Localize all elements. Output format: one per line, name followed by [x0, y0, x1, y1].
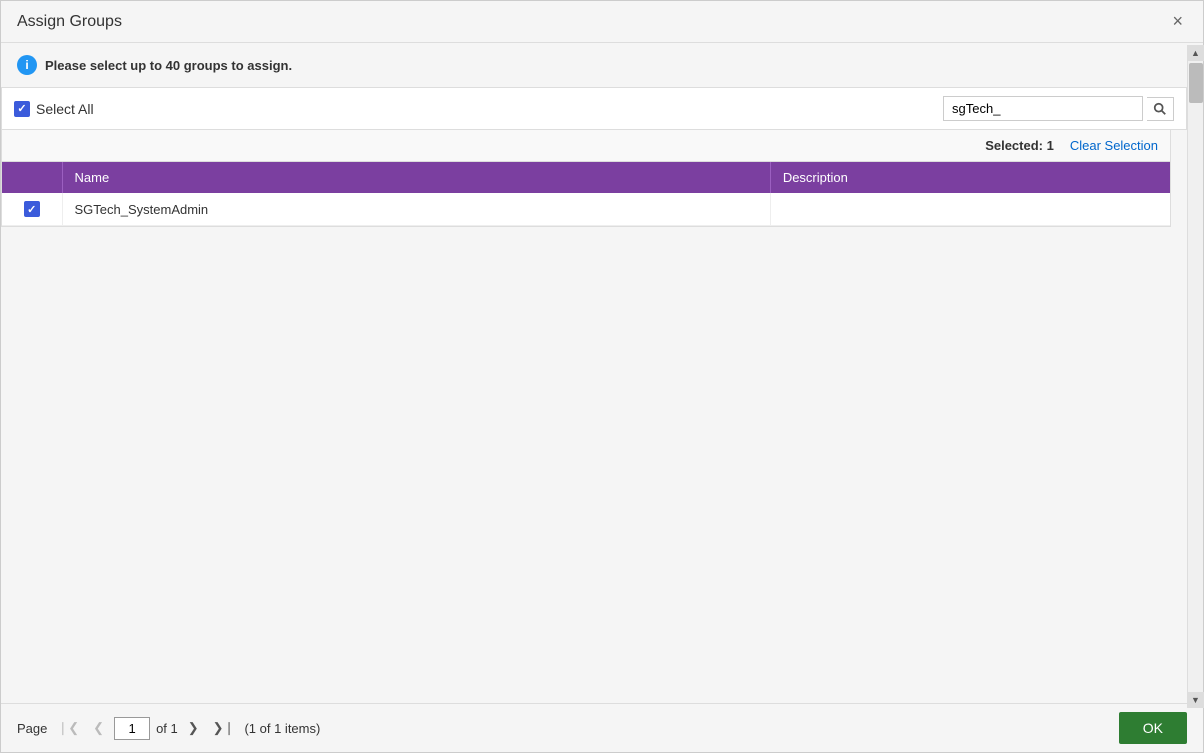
last-page-button[interactable]: ❯❘ [209, 718, 239, 738]
row-checkbox[interactable]: ✓ [24, 201, 40, 217]
search-icon [1153, 102, 1167, 116]
scroll-thumb[interactable] [1189, 63, 1203, 103]
clear-selection-button[interactable]: Clear Selection [1070, 138, 1158, 153]
info-message: Please select up to 40 groups to assign. [45, 58, 292, 73]
col-checkbox [2, 162, 62, 193]
row-checkbox-cell: ✓ [2, 193, 62, 226]
dialog-title: Assign Groups [17, 13, 122, 31]
scroll-up-arrow[interactable]: ▲ [1188, 45, 1204, 61]
dialog-title-bar: Assign Groups × [1, 1, 1203, 43]
table-header-row: Name Description [2, 162, 1170, 193]
groups-table: Name Description ✓ SGTech_SystemAdmin [2, 162, 1170, 226]
info-bar: i Please select up to 40 groups to assig… [1, 43, 1187, 87]
select-all-area: Select All [14, 101, 94, 117]
search-input[interactable] [943, 96, 1143, 121]
scrollbar[interactable]: ▲ ▼ [1187, 45, 1203, 708]
search-area [943, 96, 1174, 121]
search-button[interactable] [1147, 97, 1174, 121]
prev-page-button[interactable]: ❮ [89, 718, 108, 738]
col-description: Description [770, 162, 1170, 193]
select-all-checkbox[interactable] [14, 101, 30, 117]
row-description [770, 193, 1170, 226]
current-page-input[interactable] [114, 717, 150, 740]
dialog-footer: Page ❘❮ ❮ of 1 ❯ ❯❘ (1 of 1 items) OK [1, 703, 1203, 752]
assign-groups-dialog: Assign Groups × ▲ ▼ i Please select up t… [0, 0, 1204, 753]
page-label: Page [17, 721, 47, 736]
pagination-area: Page ❘❮ ❮ of 1 ❯ ❯❘ (1 of 1 items) [17, 717, 320, 740]
of-pages: of 1 [156, 721, 178, 736]
col-name: Name [62, 162, 770, 193]
close-button[interactable]: × [1168, 11, 1187, 32]
toolbar-row: Select All [1, 87, 1187, 130]
dialog-body: i Please select up to 40 groups to assig… [1, 43, 1203, 703]
select-all-label: Select All [36, 101, 94, 117]
row-name: SGTech_SystemAdmin [62, 193, 770, 226]
selected-bar: Selected: 1 Clear Selection [1, 130, 1171, 162]
next-page-button[interactable]: ❯ [184, 718, 203, 738]
first-page-button[interactable]: ❘❮ [53, 718, 83, 738]
scroll-down-arrow[interactable]: ▼ [1188, 692, 1204, 708]
items-count: (1 of 1 items) [244, 721, 320, 736]
selected-count: Selected: 1 [985, 138, 1054, 153]
info-icon: i [17, 55, 37, 75]
ok-button[interactable]: OK [1119, 712, 1187, 744]
table-row: ✓ SGTech_SystemAdmin [2, 193, 1170, 226]
table-container: Name Description ✓ SGTech_SystemAdmin [1, 162, 1171, 227]
